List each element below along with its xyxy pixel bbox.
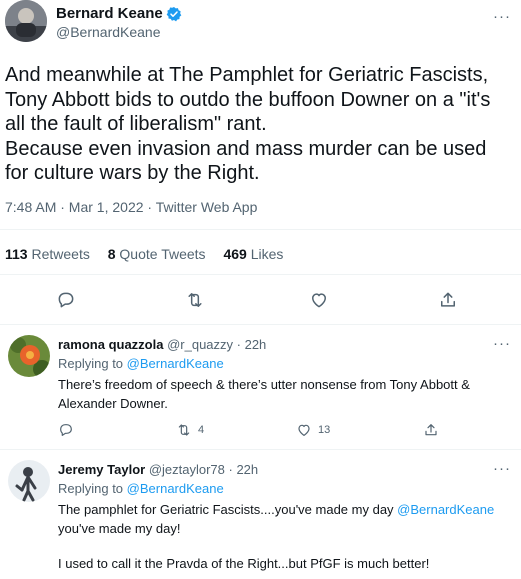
tweet-actions xyxy=(0,290,521,312)
share-icon[interactable] xyxy=(423,421,445,439)
share-icon[interactable] xyxy=(438,290,458,310)
retweet-icon xyxy=(178,424,190,436)
mention-link[interactable]: @BernardKeane xyxy=(397,502,494,517)
divider xyxy=(0,274,521,275)
like-icon xyxy=(298,424,310,436)
tweet-text: And meanwhile at The Pamphlet for Geriat… xyxy=(5,64,491,184)
reply-text: The pamphlet for Geriatric Fascists....y… xyxy=(58,502,495,536)
reply-icon[interactable] xyxy=(56,290,76,310)
replying-to: Replying to @BernardKeane xyxy=(58,356,224,371)
mention-link[interactable]: @BernardKeane xyxy=(127,356,224,371)
reply-text: There’s freedom of speech & there’s utte… xyxy=(58,377,470,411)
more-icon[interactable]: ··· xyxy=(492,460,512,477)
reply-tweet[interactable]: Jeremy Taylor @jeztaylor78 · 22h ··· Rep… xyxy=(0,450,521,579)
reply-avatar[interactable] xyxy=(8,460,50,502)
likes-stat[interactable]: 469 Likes xyxy=(223,246,283,262)
author-name-row[interactable]: Bernard Keane xyxy=(56,5,182,22)
retweet-button[interactable]: 4 xyxy=(176,421,204,439)
more-icon[interactable]: ··· xyxy=(492,335,512,352)
retweets-stat[interactable]: 113 Retweets xyxy=(5,246,90,262)
quote-tweets-stat[interactable]: 8 Quote Tweets xyxy=(108,246,206,262)
reply-header: ramona quazzola @r_quazzy · 22h xyxy=(58,337,266,352)
tweet-meta[interactable]: 7:48 AM · Mar 1, 2022 · Twitter Web App xyxy=(5,199,257,215)
divider xyxy=(0,229,521,230)
reply-author-name[interactable]: ramona quazzola xyxy=(58,337,163,352)
like-count: 13 xyxy=(318,424,331,436)
author-avatar[interactable] xyxy=(5,0,47,42)
reply-handle-time[interactable]: @jeztaylor78 · 22h xyxy=(149,462,258,477)
reply-avatar[interactable] xyxy=(8,335,50,377)
like-icon[interactable] xyxy=(309,290,329,310)
verified-badge-icon xyxy=(166,6,182,21)
like-button[interactable]: 13 xyxy=(296,421,330,439)
more-icon[interactable]: ··· xyxy=(492,8,512,25)
reply-icon[interactable] xyxy=(58,421,80,439)
retweet-icon[interactable] xyxy=(185,290,205,310)
main-tweet: Bernard Keane @BernardKeane ··· And mean… xyxy=(0,0,521,325)
reply-header: Jeremy Taylor @jeztaylor78 · 22h xyxy=(58,462,258,477)
author-name[interactable]: Bernard Keane xyxy=(56,5,163,22)
reply-handle-time[interactable]: @r_quazzy · 22h xyxy=(167,337,266,352)
mention-link[interactable]: @BernardKeane xyxy=(127,481,224,496)
tweet-stats: 113 Retweets 8 Quote Tweets 469 Likes xyxy=(5,246,297,262)
author-handle[interactable]: @BernardKeane xyxy=(56,24,161,40)
reply-author-name[interactable]: Jeremy Taylor xyxy=(58,462,145,477)
reply-text-paragraph: I used to call it the Pravda of the Righ… xyxy=(58,556,430,571)
retweet-count: 4 xyxy=(198,424,205,436)
replying-to: Replying to @BernardKeane xyxy=(58,481,224,496)
reply-tweet[interactable]: ramona quazzola @r_quazzy · 22h ··· Repl… xyxy=(0,325,521,450)
